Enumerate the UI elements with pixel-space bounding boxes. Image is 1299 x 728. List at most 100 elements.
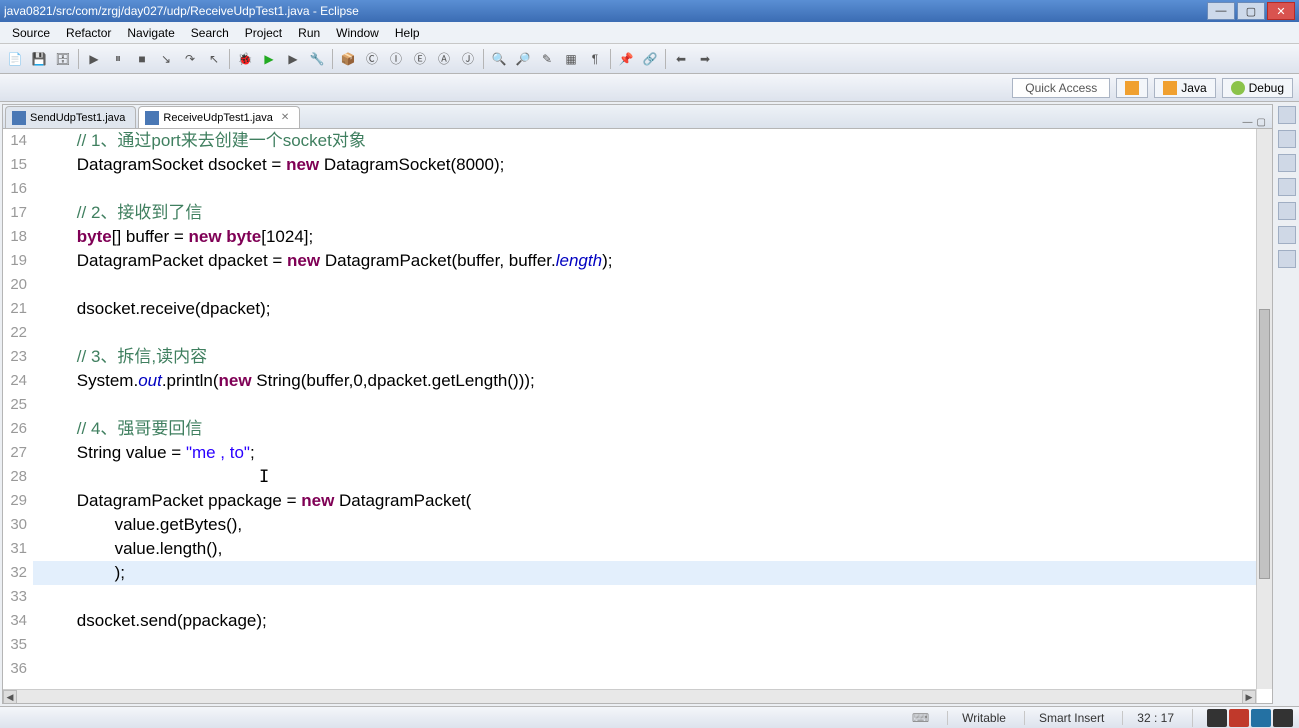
menu-window[interactable]: Window: [328, 24, 387, 42]
perspective-icon: [1125, 81, 1139, 95]
save-all-icon[interactable]: 🗄: [52, 48, 74, 70]
console-view-icon[interactable]: [1278, 226, 1296, 244]
toolbar-separator: [332, 49, 333, 69]
menu-run[interactable]: Run: [290, 24, 328, 42]
status-cursor-position: 32 : 17: [1122, 711, 1174, 725]
close-button[interactable]: ✕: [1267, 2, 1295, 20]
debug-perspective-icon: [1231, 81, 1245, 95]
new-interface-icon[interactable]: Ⓘ: [385, 48, 407, 70]
type-hierarchy-icon[interactable]: [1278, 250, 1296, 268]
ime-settings-icon[interactable]: [1273, 709, 1293, 727]
javadoc-view-icon[interactable]: [1278, 202, 1296, 220]
problems-view-icon[interactable]: [1278, 154, 1296, 172]
toolbar-separator: [665, 49, 666, 69]
run-button[interactable]: ▶: [258, 48, 280, 70]
toolbar: 📄 💾 🗄 ▶ ⏸ ■ ↘ ↷ ↖ 🐞 ▶ ▶ 🔧 📦 Ⓒ Ⓘ Ⓔ Ⓐ Ⓙ 🔍 …: [0, 44, 1299, 74]
perspective-bar: Quick Access Java Debug: [0, 74, 1299, 102]
debug-perspective-label: Debug: [1249, 81, 1284, 95]
debug-perspective-button[interactable]: Debug: [1222, 78, 1293, 98]
new-class-icon[interactable]: Ⓒ: [361, 48, 383, 70]
scroll-track[interactable]: [17, 690, 1242, 703]
step-into-icon[interactable]: ↘: [155, 48, 177, 70]
open-type-icon[interactable]: 🔍: [488, 48, 510, 70]
search-icon[interactable]: 🔎: [512, 48, 534, 70]
line-number-gutter: 1415161718192021222324252627282930313233…: [3, 129, 33, 703]
tab-label: ReceiveUdpTest1.java: [163, 112, 272, 124]
menu-navigate[interactable]: Navigate: [119, 24, 182, 42]
status-bar: ⌨ Writable Smart Insert 32 : 17: [0, 706, 1299, 728]
toolbar-separator: [78, 49, 79, 69]
tab-sendudp[interactable]: SendUdpTest1.java: [5, 106, 136, 128]
new-junit-icon[interactable]: Ⓙ: [457, 48, 479, 70]
java-file-icon: [12, 111, 26, 125]
menu-project[interactable]: Project: [237, 24, 290, 42]
new-annotation-icon[interactable]: Ⓐ: [433, 48, 455, 70]
status-insert-mode: Smart Insert: [1024, 711, 1104, 725]
title-bar: java0821/src/com/zrgj/day027/udp/Receive…: [0, 0, 1299, 22]
ime-icon[interactable]: [1207, 709, 1227, 727]
code-editor[interactable]: // 1、通过port来去创建一个socket对象 DatagramSocket…: [33, 129, 1256, 703]
step-return-icon[interactable]: ↖: [203, 48, 225, 70]
declaration-view-icon[interactable]: [1278, 178, 1296, 196]
menu-source[interactable]: Source: [4, 24, 58, 42]
new-icon[interactable]: 📄: [4, 48, 26, 70]
minimize-view-icon[interactable]: —: [1243, 117, 1253, 128]
menu-bar: Source Refactor Navigate Search Project …: [0, 22, 1299, 44]
ime-input-icon[interactable]: [1229, 709, 1249, 727]
minimize-button[interactable]: —: [1207, 2, 1235, 20]
workspace: SendUdpTest1.java ReceiveUdpTest1.java ✕…: [0, 102, 1299, 706]
task-list-icon[interactable]: [1278, 130, 1296, 148]
step-over-icon[interactable]: ↷: [179, 48, 201, 70]
tab-label: SendUdpTest1.java: [30, 112, 125, 124]
new-package-icon[interactable]: 📦: [337, 48, 359, 70]
new-enum-icon[interactable]: Ⓔ: [409, 48, 431, 70]
run-last-icon[interactable]: ▶: [282, 48, 304, 70]
editor-tabs: SendUdpTest1.java ReceiveUdpTest1.java ✕…: [3, 105, 1272, 129]
toolbar-separator: [229, 49, 230, 69]
scroll-right-icon[interactable]: ▶: [1242, 690, 1256, 704]
maximize-view-icon[interactable]: ▢: [1257, 117, 1266, 128]
ime-tray: [1192, 709, 1293, 727]
vertical-scrollbar[interactable]: [1256, 129, 1272, 689]
horizontal-scrollbar[interactable]: ◀ ▶: [3, 689, 1256, 703]
menu-help[interactable]: Help: [387, 24, 428, 42]
debug-resume-icon[interactable]: ▶: [83, 48, 105, 70]
status-writable: Writable: [947, 711, 1006, 725]
editor-tab-controls: — ▢: [1243, 117, 1272, 128]
scroll-left-icon[interactable]: ◀: [3, 690, 17, 704]
show-whitespace-icon[interactable]: ¶: [584, 48, 606, 70]
quick-access-input[interactable]: Quick Access: [1012, 78, 1110, 98]
back-icon[interactable]: ⬅: [670, 48, 692, 70]
outline-view-icon[interactable]: [1278, 106, 1296, 124]
toolbar-separator: [610, 49, 611, 69]
java-perspective-button[interactable]: Java: [1154, 78, 1215, 98]
maximize-button[interactable]: ▢: [1237, 2, 1265, 20]
scrollbar-thumb[interactable]: [1259, 309, 1270, 579]
open-perspective-button[interactable]: [1116, 78, 1148, 98]
link-editor-icon[interactable]: 🔗: [639, 48, 661, 70]
save-icon[interactable]: 💾: [28, 48, 50, 70]
menu-search[interactable]: Search: [183, 24, 237, 42]
toolbar-separator: [483, 49, 484, 69]
toggle-block-icon[interactable]: ▦: [560, 48, 582, 70]
editor-area: SendUdpTest1.java ReceiveUdpTest1.java ✕…: [2, 104, 1273, 704]
menu-refactor[interactable]: Refactor: [58, 24, 119, 42]
tab-receiveudp[interactable]: ReceiveUdpTest1.java ✕: [138, 106, 300, 128]
external-tools-icon[interactable]: 🔧: [306, 48, 328, 70]
ime-help-icon[interactable]: [1251, 709, 1271, 727]
debug-button[interactable]: 🐞: [234, 48, 256, 70]
code-container: 1415161718192021222324252627282930313233…: [3, 129, 1272, 703]
toggle-mark-icon[interactable]: ✎: [536, 48, 558, 70]
close-icon[interactable]: ✕: [281, 112, 289, 123]
java-perspective-label: Java: [1181, 81, 1206, 95]
java-file-icon: [145, 111, 159, 125]
window-controls: — ▢ ✕: [1207, 2, 1295, 20]
java-perspective-icon: [1163, 81, 1177, 95]
debug-stop-icon[interactable]: ■: [131, 48, 153, 70]
pin-icon[interactable]: 📌: [615, 48, 637, 70]
window-title: java0821/src/com/zrgj/day027/udp/Receive…: [4, 4, 1207, 18]
debug-pause-icon[interactable]: ⏸: [107, 48, 129, 70]
forward-icon[interactable]: ➡: [694, 48, 716, 70]
right-view-strip: [1275, 102, 1299, 706]
keyboard-shortcut-icon[interactable]: ⌨: [912, 711, 929, 725]
